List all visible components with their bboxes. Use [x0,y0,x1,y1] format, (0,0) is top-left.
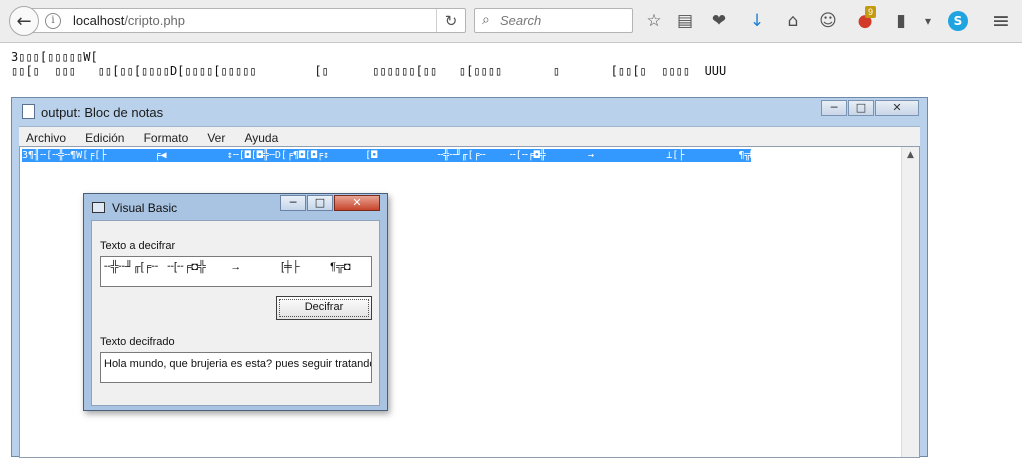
decifrar-button[interactable]: Decifrar [276,296,372,320]
addon-badge: 9 [865,6,877,18]
vb-window-controls: ─ □ ✕ [280,195,381,211]
dropdown-icon[interactable]: ▾ [916,8,940,34]
vb-title-text: Visual Basic [112,201,178,215]
notepad-window-controls: ─ □ ✕ [820,100,919,116]
visual-basic-dialog: Visual Basic ─ □ ✕ Texto a decifrar ╌╬╌╜… [83,193,388,411]
vb-title: Visual Basic [92,201,177,215]
home-icon[interactable]: ⌂ [781,8,805,34]
url-bar[interactable]: i localhost/cripto.php ↻ [24,8,466,33]
reload-icon[interactable]: ↻ [436,9,465,32]
url-host: localhost [73,13,125,28]
maximize-button[interactable]: □ [848,100,874,116]
vb-minimize-button[interactable]: ─ [280,195,306,211]
vb-client-area: Texto a decifrar ╌╬╌╜╓[╒╌ ╌[╌╒◘╬ → [╪├ ¶… [91,220,380,406]
info-icon[interactable]: i [45,13,61,29]
menu-edicion[interactable]: Edición [78,130,131,146]
page-output-line-1: 3▯▯▯[▯▯▯▯▯W[ [11,50,98,64]
pocket-icon[interactable]: ❤ [707,8,731,34]
menu-icon[interactable]: ≡ [989,8,1013,34]
bookmark-star-icon[interactable]: ☆ [642,8,666,34]
notepad-menu-bar: Archivo Edición Formato Ver Ayuda [19,126,920,146]
colors-addon-icon[interactable]: ● 9 [853,6,877,34]
page-output-line-2: ▯▯[▯ ▯▯▯ ▯▯[▯▯[▯▯▯▯D[▯▯▯▯[▯▯▯▯▯ [▯ ▯▯▯▯▯… [11,64,727,78]
menu-archivo[interactable]: Archivo [19,130,73,146]
vb-maximize-button[interactable]: □ [307,195,333,211]
browser-toolbar: i localhost/cripto.php ↻ ← ⌕ Search ☆ ▤ … [0,0,1022,43]
decrypted-text-field[interactable]: Hola mundo, que brujeria es esta? pues s… [100,352,372,383]
minimize-button[interactable]: ─ [821,100,847,116]
encrypted-text-field[interactable]: ╌╬╌╜╓[╒╌ ╌[╌╒◘╬ → [╪├ ¶╦◘ UUU [100,256,372,287]
search-placeholder: Search [500,13,542,28]
notepad-title-text: output: Bloc de notas [41,105,164,120]
close-button[interactable]: ✕ [875,100,919,116]
vertical-scrollbar[interactable]: ▲ [901,147,919,457]
emoji-icon[interactable]: ☺ [816,8,840,34]
scroll-up-arrow-icon[interactable]: ▲ [902,150,919,160]
reading-list-icon[interactable]: ▤ [673,8,697,34]
back-button[interactable]: ← [9,6,39,36]
menu-formato[interactable]: Formato [137,130,196,146]
notepad-title: output: Bloc de notas [22,104,163,120]
vb-close-button[interactable]: ✕ [334,195,380,211]
vb-app-icon [92,202,105,213]
search-box[interactable]: ⌕ Search [474,8,633,33]
output-label: Texto decifrado [100,336,175,348]
input-label: Texto a decifrar [100,240,176,252]
url-path: /cripto.php [124,13,186,28]
notepad-icon [22,104,35,119]
menu-ayuda[interactable]: Ayuda [237,130,285,146]
focus-rect [279,299,369,317]
url-text[interactable]: localhost/cripto.php [73,13,185,28]
selected-text[interactable]: 3¶╢╌[╌╬╌¶W[╒[├ ╒◀ ↕╌[◘[◘╬╌D[╒¶◘[◘╒↕ [◘ ╌… [22,149,751,162]
search-icon: ⌕ [482,12,490,28]
skype-icon[interactable]: S [948,11,968,31]
battery-icon[interactable]: ▮ [889,8,913,34]
menu-ver[interactable]: Ver [200,130,232,146]
download-icon[interactable]: ↓ [745,8,769,34]
